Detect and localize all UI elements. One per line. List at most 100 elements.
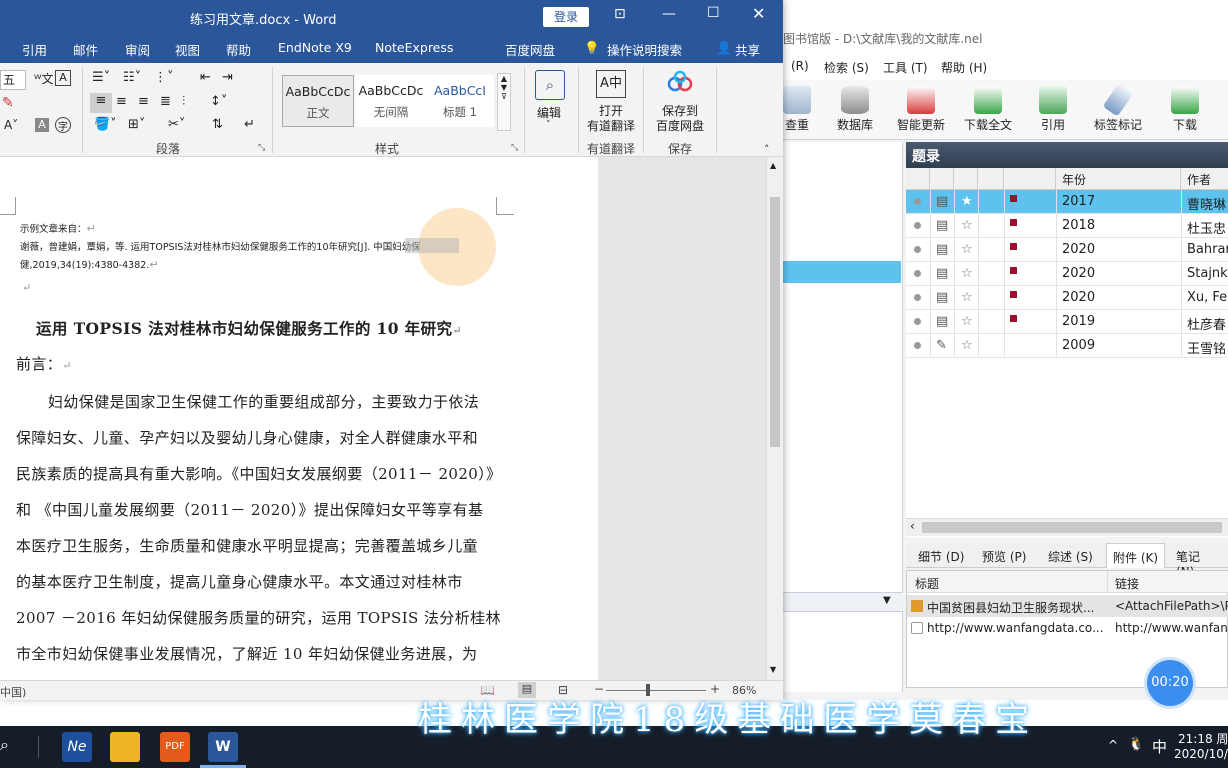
star-icon[interactable]: ★ [961, 194, 973, 209]
star-icon[interactable]: ☆ [961, 338, 973, 353]
chinese-layout-icon[interactable]: ✂˅ [168, 117, 185, 132]
smart-update-button[interactable]: 智能更新 [893, 80, 949, 140]
foxit-pdf-icon[interactable]: PDF [160, 732, 190, 762]
styles-launcher-icon[interactable]: ⤡ [511, 143, 518, 153]
tab-help[interactable]: 帮助 [226, 40, 251, 59]
table-row[interactable]: ▤ ☆ 2018 杜玉忠 [906, 214, 1228, 238]
char-shading-icon[interactable]: A [35, 118, 49, 132]
table-row[interactable]: ▤ ☆ 2020 Stajnk [906, 262, 1228, 286]
ne-menu-help[interactable]: 帮助 (H) [941, 59, 987, 76]
tab-view[interactable]: 视图 [175, 40, 200, 59]
style-heading-1[interactable]: AaBbCcI 标题 1 [426, 75, 494, 127]
maximize-icon[interactable]: ☐ [707, 5, 720, 21]
citation-line-2[interactable]: 健,2019,34(19):4380-4382.↵ [20, 257, 159, 271]
align-right-icon[interactable]: ≡ [138, 94, 149, 109]
grid-horizontal-scrollbar[interactable]: ‹ [906, 518, 1228, 536]
language-status[interactable]: 中国) [0, 684, 26, 700]
attach-col-title[interactable]: 标题 [915, 575, 939, 592]
style-normal[interactable]: AaBbCcDc 正文 [282, 75, 354, 127]
tab-preview[interactable]: 预览 (P) [976, 543, 1032, 568]
col-label[interactable] [1004, 168, 1056, 190]
table-row[interactable]: ▤ ☆ 2019 杜彦春 [906, 310, 1228, 334]
multilevel-list-icon[interactable]: ⋮˅ [154, 70, 174, 85]
ne-menu-tools[interactable]: 工具 (T) [883, 59, 928, 76]
clock-time[interactable]: 21:18 周 [1178, 730, 1228, 747]
col-status[interactable] [906, 168, 930, 190]
styles-gallery-scroll[interactable]: ▲ ▼ ⊽ [497, 73, 511, 131]
user-icon[interactable]: 👤 [716, 40, 732, 56]
tray-expand-icon[interactable]: ^ [1108, 738, 1118, 752]
scroll-thumb[interactable] [770, 197, 780, 447]
ne-folder-selected[interactable] [783, 261, 901, 283]
col-type[interactable] [930, 168, 954, 190]
clock-date[interactable]: 2020/10/ [1174, 747, 1228, 761]
ime-indicator[interactable]: 中 [1152, 736, 1167, 757]
tab-endnote[interactable]: EndNote X9 [278, 40, 352, 55]
tab-attachments[interactable]: 附件 (K) [1106, 543, 1166, 568]
file-explorer-icon[interactable] [110, 732, 140, 762]
numbering-icon[interactable]: ☷˅ [123, 70, 141, 85]
close-icon[interactable]: ✕ [752, 4, 765, 23]
source-label[interactable]: 示例文章来自：↵ [20, 221, 96, 235]
collapse-ribbon-icon[interactable]: ˄ [764, 143, 770, 156]
phonetic-icon[interactable]: ᵂ文 [34, 70, 53, 87]
increase-indent-icon[interactable]: ⇥ [222, 70, 233, 85]
tab-noteexpress[interactable]: NoteExpress [375, 40, 453, 55]
preface-heading[interactable]: 前言：↵ [16, 353, 72, 374]
enclose-char-icon[interactable]: 字 [55, 117, 71, 133]
ne-menu-search[interactable]: 检索 (S) [824, 59, 869, 76]
qq-tray-icon[interactable]: 🐧 [1128, 737, 1144, 752]
sort-icon[interactable]: ⇅ [212, 117, 223, 132]
body-line[interactable]: 民族素质的提高具有重大影响。《中国妇女发展纲要（2011－ 2020）》 [16, 463, 502, 484]
body-line[interactable]: 本医疗卫生服务，生命质量和健康水平明显提高；完善覆盖城乡儿童 [16, 535, 478, 556]
tab-notes[interactable]: 笔记 (N) [1170, 543, 1228, 579]
tab-detail[interactable]: 细节 (D) [912, 543, 970, 568]
align-left-icon[interactable]: ≡ [90, 93, 112, 113]
table-row[interactable]: ▤ ☆ 2020 Bahran [906, 238, 1228, 262]
scroll-down-icon[interactable]: ▼ [770, 665, 776, 674]
bullets-icon[interactable]: ☰˅ [92, 70, 110, 85]
distribute-icon[interactable]: ⫶ [182, 94, 185, 109]
edit-button[interactable]: ⌕ 编辑 ˅ [532, 68, 570, 140]
share-button[interactable]: 共享 [735, 40, 760, 59]
star-icon[interactable]: ☆ [961, 218, 973, 233]
document-page[interactable]: 示例文章来自：↵ 谢薇，曾建娟，覃娟，等. 运用TOPSIS法对桂林市妇幼保健服… [0, 157, 598, 680]
col-year[interactable]: 年份 [1056, 168, 1181, 190]
font-color-icon[interactable]: A˅ [4, 118, 18, 132]
search-icon[interactable]: ⌕ [0, 735, 9, 755]
table-row[interactable]: ▤ ☆ 2020 Xu, Fe [906, 286, 1228, 310]
cite-button[interactable]: 引用 [1033, 80, 1073, 140]
download-button[interactable]: 下载 [1165, 80, 1205, 140]
body-line[interactable]: 和 《中国儿童发展纲要（2011－ 2020）》提出保障妇女平等享有基 [16, 499, 483, 520]
tab-summary[interactable]: 综述 (S) [1042, 543, 1099, 568]
star-icon[interactable]: ☆ [961, 266, 973, 281]
tab-review[interactable]: 审阅 [125, 40, 150, 59]
tab-baidu-pan[interactable]: 百度网盘 [505, 40, 555, 59]
lightbulb-icon[interactable]: 💡 [584, 40, 600, 56]
youdao-translate-button[interactable]: A中 打开 有道翻译 [584, 68, 638, 140]
show-marks-icon[interactable]: ↵ [244, 117, 255, 132]
shading-icon[interactable]: 🪣˅ [94, 117, 117, 132]
table-row[interactable]: ✎ ☆ 2009 王雪铭 [906, 334, 1228, 358]
table-row[interactable]: ▤ ★ 2017 曹晓琳 [906, 190, 1228, 214]
justify-icon[interactable]: ≣ [160, 94, 171, 109]
chevron-down-icon[interactable]: ▼ [883, 595, 891, 606]
body-line[interactable]: 的基本医疗卫生制度，提高儿童身心健康水平。本文通过对桂林市 [16, 571, 463, 592]
col-author[interactable]: 作者 [1181, 168, 1228, 190]
font-size-select[interactable]: 五 [0, 70, 26, 90]
dialog-launcher-icon[interactable]: ⤡ [258, 143, 265, 153]
document-vertical-scrollbar[interactable]: ▲ ▼ [766, 157, 783, 680]
style-no-spacing[interactable]: AaBbCcDc 无间隔 [355, 75, 427, 127]
dedupe-button[interactable]: 查重 [777, 80, 817, 140]
attach-row[interactable]: http://www.wanfangdata.co... http://www.… [907, 617, 1228, 639]
star-icon[interactable]: ☆ [961, 314, 973, 329]
body-line[interactable]: 保障妇女、儿童、孕产妇以及婴幼儿身心健康，对全人群健康水平和 [16, 427, 478, 448]
noteexpress-taskbar-icon[interactable]: Ne [62, 732, 92, 762]
body-line[interactable]: 2007 －2016 年妇幼保健服务质量的研究，运用 TOPSIS 法分析桂林 [16, 607, 501, 628]
word-taskbar-icon[interactable]: W [208, 732, 238, 762]
citation-line-1[interactable]: 谢薇，曾建娟，覃娟，等. 运用TOPSIS法对桂林市妇幼保健服务工作的10年研究… [20, 239, 421, 253]
save-to-baidu-button[interactable]: 保存到 百度网盘 [650, 68, 710, 140]
body-line[interactable]: 市全市妇幼保健事业发展情况，了解近 10 年妇幼保健业务进展，为 [16, 643, 477, 664]
article-title[interactable]: 运用 TOPSIS 法对桂林市妇幼保健服务工作的 10 年研究↵ [36, 317, 462, 339]
star-icon[interactable]: ☆ [961, 242, 973, 257]
